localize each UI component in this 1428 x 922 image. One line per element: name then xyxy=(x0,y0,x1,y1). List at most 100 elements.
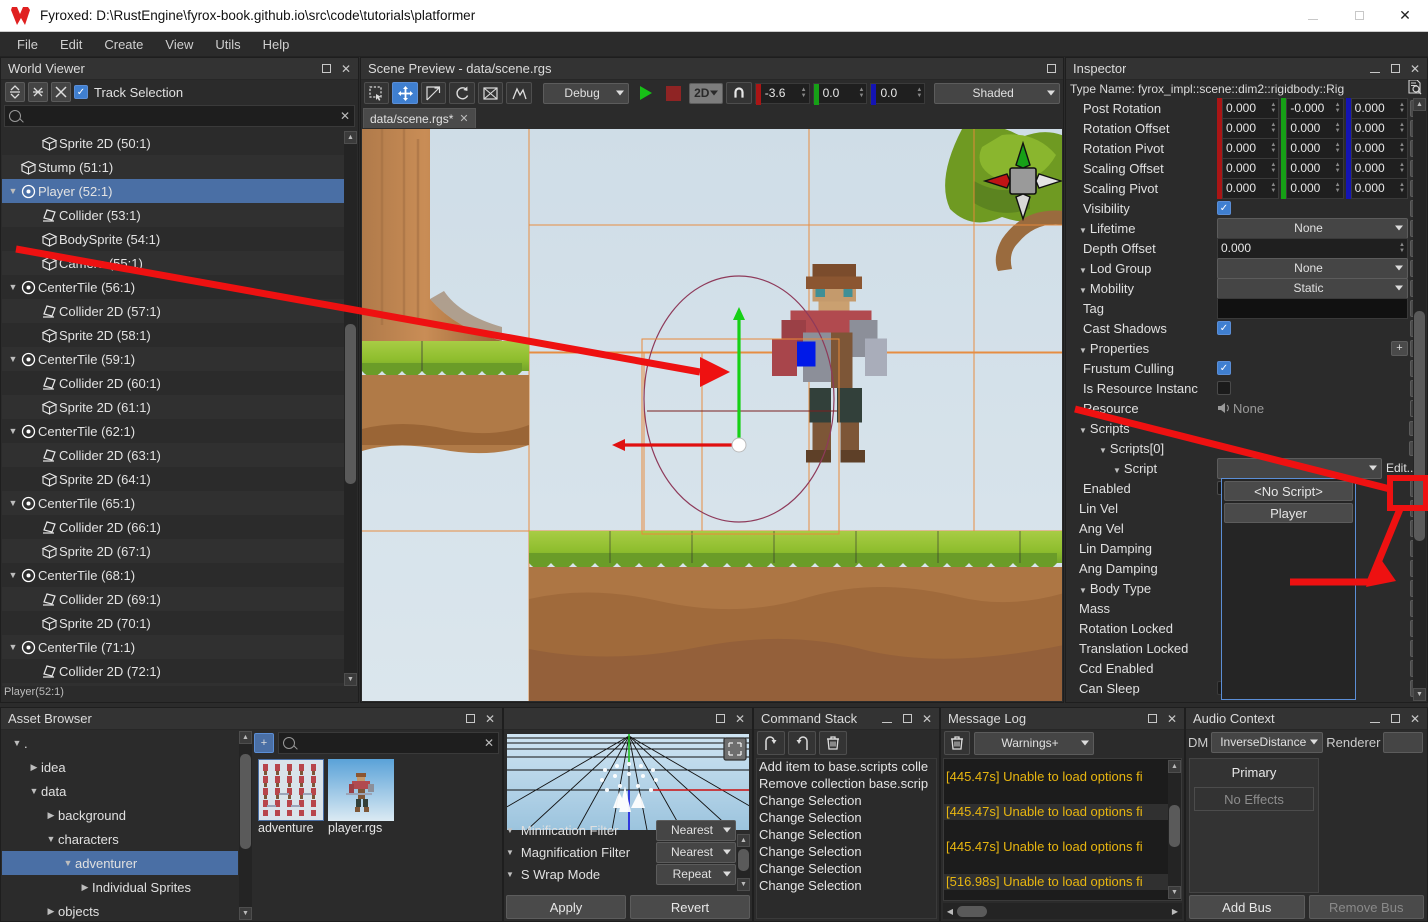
command-item[interactable]: Change Selection xyxy=(757,827,936,844)
asset-item[interactable]: player.rgs xyxy=(328,759,394,835)
command-item[interactable]: Change Selection xyxy=(757,878,936,895)
scene-preview-maximize-button[interactable] xyxy=(1041,59,1061,79)
magnet-icon[interactable] xyxy=(726,82,752,104)
asset-folder-tree[interactable]: ▼. ▶ idea ▼ data ▶ background ▼ characters ▼ adven… xyxy=(2,731,238,920)
vector-component[interactable]: 0.000 ▲ ▼ xyxy=(1281,177,1344,199)
tree-expander[interactable]: ▶ xyxy=(44,906,58,917)
audio-bus-list[interactable]: Primary No Effects xyxy=(1189,758,1319,893)
asset-tree-item[interactable]: ▶ objects xyxy=(2,899,238,920)
asset-tree-item[interactable]: ▶ idea xyxy=(2,755,238,779)
command-item[interactable]: Remove collection base.scrip xyxy=(757,776,936,793)
message-item[interactable]: [445.47s] Unable to load options fi xyxy=(944,769,1181,785)
asset-scroll-thumb[interactable] xyxy=(240,754,251,849)
asset-tree-item[interactable]: ▶ Individual Sprites xyxy=(2,875,238,899)
vector-component[interactable]: 0.000 ▲ ▼ xyxy=(1217,157,1280,179)
message-scroll-down-icon[interactable]: ▼ xyxy=(1168,886,1181,899)
remove-bus-button[interactable]: Remove Bus xyxy=(1308,895,1424,919)
asset-tree-item[interactable]: ▼ characters xyxy=(2,827,238,851)
vector-component[interactable]: 0.000 ▲ ▼ xyxy=(1345,117,1408,139)
message-log-maximize-button[interactable] xyxy=(1142,709,1162,729)
hscroll-right-icon[interactable]: ▶ xyxy=(1168,907,1182,916)
command-item[interactable]: Change Selection xyxy=(757,810,936,827)
asset-search[interactable]: ✕ xyxy=(278,732,499,754)
scroll-thumb[interactable] xyxy=(345,324,356,484)
redo-icon[interactable] xyxy=(788,731,816,755)
command-item[interactable]: Change Selection xyxy=(757,844,936,861)
preview-settings-scrollbar[interactable]: ▲ ▼ xyxy=(737,834,750,891)
property-combo[interactable]: None xyxy=(1217,257,1408,279)
minification-filter-combo[interactable]: Nearest xyxy=(656,819,736,841)
message-item[interactable]: [516.98s] Unable to load options fi xyxy=(944,874,1181,890)
property-checkbox[interactable]: ✓ xyxy=(1217,321,1231,335)
chevron-down-icon[interactable]: ▼ xyxy=(1079,286,1087,295)
asset-search-input[interactable] xyxy=(299,736,484,750)
asset-tree-item[interactable]: ▶ background xyxy=(2,803,238,827)
vector-component[interactable]: 0.000 ▲ ▼ xyxy=(1281,157,1344,179)
build-profile-combo[interactable]: Debug xyxy=(542,82,630,104)
vector-component[interactable]: 0.000 ▲ ▼ xyxy=(1345,157,1408,179)
scene-tab[interactable]: data/scene.rgs* ✕ xyxy=(363,108,476,128)
chevron-down-icon[interactable]: ▼ xyxy=(506,848,514,857)
inspector-minimize-button[interactable] xyxy=(1365,59,1385,79)
menu-view[interactable]: View xyxy=(154,34,204,55)
preview-close-button[interactable]: ✕ xyxy=(730,709,750,729)
terrain-icon[interactable] xyxy=(506,82,532,104)
locate-selection-icon[interactable] xyxy=(51,82,71,102)
audio-context-close-button[interactable]: ✕ xyxy=(1405,709,1425,729)
tree-node[interactable]: Sprite 2D (58:1) xyxy=(2,323,344,347)
tree-node[interactable]: Stump (51:1) xyxy=(2,155,344,179)
command-item[interactable]: Change Selection xyxy=(757,861,936,878)
vector-component[interactable]: 0.000 ▲ ▼ xyxy=(1345,137,1408,159)
asset-scroll-down-icon[interactable]: ▼ xyxy=(239,907,252,920)
tree-node[interactable]: ▼ CenterTile (65:1) xyxy=(2,491,344,515)
trash-icon[interactable] xyxy=(819,731,847,755)
inspector-scroll-down-icon[interactable]: ▼ xyxy=(1413,688,1426,701)
render-mode-combo[interactable]: Shaded xyxy=(934,82,1061,104)
track-selection-checkbox[interactable]: ✓ xyxy=(74,85,88,99)
chevron-down-icon[interactable]: ▼ xyxy=(1079,226,1087,235)
scroll-down-icon[interactable]: ▼ xyxy=(344,673,357,686)
command-list[interactable]: Add item to base.scripts colle Remove col… xyxy=(756,758,937,919)
stepper[interactable]: ▲ ▼ xyxy=(1333,119,1343,138)
scale-icon[interactable] xyxy=(420,82,447,104)
tree-expander[interactable]: ▼ xyxy=(6,354,20,364)
asset-tree-item[interactable]: ▼ data xyxy=(2,779,238,803)
vector-component[interactable]: 0.000 ▲ ▼ xyxy=(1217,98,1280,119)
mode-2d-combo[interactable]: 2D xyxy=(689,82,724,104)
add-item-button[interactable]: + xyxy=(1391,340,1408,356)
tree-node[interactable]: Camera (55:1) xyxy=(2,251,344,275)
stepper[interactable]: ▲ ▼ xyxy=(1268,119,1278,138)
message-scroll-up-icon[interactable]: ▲ xyxy=(1168,760,1181,773)
scene-viewport[interactable] xyxy=(362,129,1062,701)
script-dropdown-popup[interactable]: <No Script> Player xyxy=(1221,478,1356,700)
select-rect-icon[interactable] xyxy=(364,82,390,104)
move-arrows-icon[interactable] xyxy=(392,82,418,104)
asset-scroll-up-icon[interactable]: ▲ xyxy=(239,731,252,744)
tree-node[interactable]: Collider 2D (57:1) xyxy=(2,299,344,323)
world-viewer-search[interactable]: ✕ xyxy=(4,105,355,127)
asset-tree-scrollbar[interactable]: ▲ ▼ xyxy=(239,731,252,920)
asset-browser-close-button[interactable]: ✕ xyxy=(480,709,500,729)
script-combo[interactable] xyxy=(1217,457,1382,479)
property-checkbox[interactable]: ✓ xyxy=(1217,201,1231,215)
property-text[interactable] xyxy=(1217,297,1408,319)
stepper[interactable]: ▲ ▼ xyxy=(1268,99,1278,118)
trash-icon[interactable] xyxy=(944,731,970,755)
tree-expander[interactable]: ▼ xyxy=(44,834,58,844)
chevron-down-icon[interactable]: ▼ xyxy=(1079,266,1087,275)
renderer-combo[interactable] xyxy=(1383,731,1424,753)
tree-expander[interactable]: ▶ xyxy=(27,762,41,773)
world-viewer-close-button[interactable]: ✕ xyxy=(336,59,356,79)
vector-component[interactable]: 0.000 ▲ ▼ xyxy=(1345,98,1408,119)
asset-clear-search-icon[interactable]: ✕ xyxy=(484,736,494,750)
distance-model-combo[interactable]: InverseDistance xyxy=(1211,731,1324,753)
property-combo[interactable]: Static xyxy=(1217,277,1408,299)
world-viewer-scrollbar[interactable]: ▲ ▼ xyxy=(344,131,357,686)
stepper[interactable]: ▲ ▼ xyxy=(1333,179,1343,198)
tree-expander[interactable]: ▼ xyxy=(6,570,20,580)
tree-expander[interactable]: ▼ xyxy=(61,858,75,868)
command-stack-minimize-button[interactable] xyxy=(877,709,897,729)
undo-icon[interactable] xyxy=(757,731,785,755)
command-stack-close-button[interactable]: ✕ xyxy=(917,709,937,729)
stepper[interactable]: ▲ ▼ xyxy=(1268,179,1278,198)
